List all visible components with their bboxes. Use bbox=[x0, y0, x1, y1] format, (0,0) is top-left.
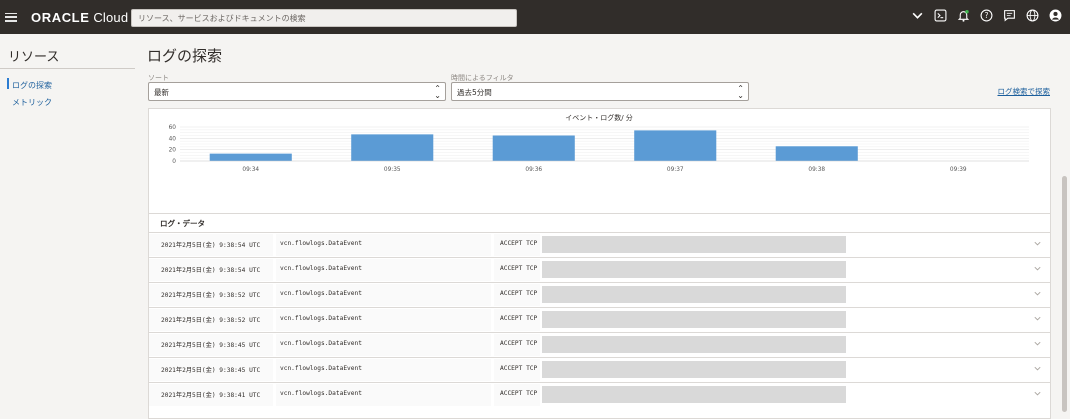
chart-svg: イベント・ログ数/ 分 0 20 40 60 09:34 09:35 09:36 09:37 09… bbox=[169, 113, 1029, 173]
log-time: 2021年2月5日(金) 9:38:52 UTC bbox=[161, 317, 261, 324]
y-tick-label: 60 bbox=[169, 125, 177, 131]
chart-bar bbox=[634, 130, 717, 161]
time-filter-value: 過去5分間 bbox=[457, 88, 492, 97]
oracle-cloud-logo[interactable]: ORACLE Cloud bbox=[31, 10, 128, 25]
chevron-down-icon[interactable] bbox=[910, 8, 924, 22]
x-tick-label: 09:37 bbox=[667, 167, 684, 173]
main-content: ログの探索 ソート 最新 ⌃ ⌄ 時間によるフィルタ 過去5分間 ⌃ ⌄ ログ検索で… bbox=[135, 34, 1070, 419]
expand-chevron-icon[interactable] bbox=[1033, 264, 1042, 273]
sort-select[interactable]: 最新 ⌃ ⌄ bbox=[148, 82, 446, 101]
table-row[interactable]: 2021年2月5日(金) 9:38:52 UTC vcn.flowlogs.Dat… bbox=[149, 282, 1050, 307]
redacted-field bbox=[542, 336, 846, 353]
log-action: ACCEPT TCP bbox=[500, 240, 538, 247]
chart-divider bbox=[149, 213, 1050, 214]
log-data-title: ログ・データ bbox=[160, 219, 205, 228]
log-action: ACCEPT TCP bbox=[500, 315, 538, 322]
results-panel: イベント・ログ数/ 分 0 20 40 60 09:34 09:35 09:36 09:37 09… bbox=[148, 108, 1051, 419]
top-icons: ? bbox=[910, 8, 1062, 22]
x-tick-label: 09:35 bbox=[384, 167, 401, 173]
sidebar-active-indicator bbox=[7, 78, 9, 89]
sidebar-title: リソース bbox=[8, 50, 60, 65]
log-action: ACCEPT TCP bbox=[500, 265, 538, 272]
log-action: ACCEPT TCP bbox=[500, 340, 538, 347]
user-icon[interactable] bbox=[1048, 8, 1062, 22]
sidebar-item-metrics[interactable]: メトリック bbox=[12, 97, 52, 108]
x-tick-label: 09:36 bbox=[525, 167, 542, 173]
globe-icon[interactable] bbox=[1025, 8, 1039, 22]
log-source: vcn.flowlogs.DataEvent bbox=[280, 265, 362, 272]
chat-icon[interactable] bbox=[1002, 8, 1016, 22]
redacted-field bbox=[542, 261, 846, 278]
select-arrows-icon: ⌃ ⌄ bbox=[737, 84, 744, 100]
notification-bell-icon[interactable] bbox=[956, 8, 970, 22]
event-log-chart: イベント・ログ数/ 分 0 20 40 60 09:34 09:35 09:36 09:37 09… bbox=[149, 109, 1050, 213]
expand-chevron-icon[interactable] bbox=[1033, 339, 1042, 348]
svg-text:?: ? bbox=[984, 10, 988, 19]
redacted-field bbox=[542, 311, 846, 328]
log-time: 2021年2月5日(金) 9:38:45 UTC bbox=[161, 367, 261, 374]
sidebar-item-log-explore[interactable]: ログの探索 bbox=[12, 80, 52, 91]
scrollbar[interactable] bbox=[1062, 176, 1067, 412]
x-tick-label: 09:38 bbox=[808, 167, 825, 173]
table-row[interactable]: 2021年2月5日(金) 9:38:45 UTC vcn.flowlogs.Dat… bbox=[149, 332, 1050, 357]
log-time: 2021年2月5日(金) 9:38:54 UTC bbox=[161, 242, 261, 249]
log-time: 2021年2月5日(金) 9:38:41 UTC bbox=[161, 392, 261, 399]
y-tick-label: 20 bbox=[169, 148, 177, 154]
redacted-field bbox=[542, 361, 846, 378]
y-tick-label: 0 bbox=[172, 159, 176, 165]
table-row[interactable]: 2021年2月5日(金) 9:38:41 UTC vcn.flowlogs.Dat… bbox=[149, 382, 1050, 407]
redacted-field bbox=[542, 236, 846, 253]
cloud-shell-icon[interactable] bbox=[933, 8, 947, 22]
log-source: vcn.flowlogs.DataEvent bbox=[280, 390, 362, 397]
expand-chevron-icon[interactable] bbox=[1033, 314, 1042, 323]
sort-value: 最新 bbox=[154, 88, 169, 97]
expand-chevron-icon[interactable] bbox=[1033, 364, 1042, 373]
log-time: 2021年2月5日(金) 9:38:45 UTC bbox=[161, 342, 261, 349]
logo-product: Cloud bbox=[93, 9, 129, 25]
table-row[interactable]: 2021年2月5日(金) 9:38:54 UTC vcn.flowlogs.Dat… bbox=[149, 257, 1050, 282]
chart-bar bbox=[492, 135, 575, 161]
log-source: vcn.flowlogs.DataEvent bbox=[280, 315, 362, 322]
log-action: ACCEPT TCP bbox=[500, 365, 538, 372]
redacted-field bbox=[542, 386, 846, 403]
logo-brand: ORACLE bbox=[31, 9, 90, 25]
log-action: ACCEPT TCP bbox=[500, 290, 538, 297]
redacted-field bbox=[542, 286, 846, 303]
left-sidebar: リソース ログの探索 メトリック bbox=[0, 34, 135, 419]
time-filter-select[interactable]: 過去5分間 ⌃ ⌄ bbox=[451, 82, 749, 101]
log-source: vcn.flowlogs.DataEvent bbox=[280, 365, 362, 372]
sidebar-divider bbox=[0, 68, 135, 69]
search-input[interactable] bbox=[131, 9, 517, 27]
log-source: vcn.flowlogs.DataEvent bbox=[280, 340, 362, 347]
x-tick-label: 09:39 bbox=[950, 167, 967, 173]
expand-chevron-icon[interactable] bbox=[1033, 289, 1042, 298]
hamburger-menu-icon[interactable] bbox=[5, 12, 17, 22]
expand-chevron-icon[interactable] bbox=[1033, 389, 1042, 398]
chart-bar bbox=[209, 153, 292, 161]
log-source: vcn.flowlogs.DataEvent bbox=[280, 240, 362, 247]
log-time: 2021年2月5日(金) 9:38:54 UTC bbox=[161, 267, 261, 274]
chart-bar bbox=[775, 146, 858, 161]
x-tick-label: 09:34 bbox=[242, 167, 259, 173]
table-row[interactable]: 2021年2月5日(金) 9:38:54 UTC vcn.flowlogs.Dat… bbox=[149, 232, 1050, 257]
chart-bar bbox=[351, 134, 434, 161]
expand-chevron-icon[interactable] bbox=[1033, 239, 1042, 248]
select-arrows-icon: ⌃ ⌄ bbox=[434, 84, 441, 100]
log-search-explore-link[interactable]: ログ検索で探索 bbox=[998, 86, 1051, 97]
top-navigation-bar: ORACLE Cloud ? bbox=[0, 0, 1070, 34]
y-tick-label: 40 bbox=[169, 136, 177, 142]
page-title: ログの探索 bbox=[147, 47, 223, 65]
log-source: vcn.flowlogs.DataEvent bbox=[280, 290, 362, 297]
chart-title: イベント・ログ数/ 分 bbox=[565, 113, 633, 122]
help-icon[interactable]: ? bbox=[979, 8, 993, 22]
log-action: ACCEPT TCP bbox=[500, 390, 538, 397]
log-time: 2021年2月5日(金) 9:38:52 UTC bbox=[161, 292, 261, 299]
table-row[interactable]: 2021年2月5日(金) 9:38:52 UTC vcn.flowlogs.Dat… bbox=[149, 307, 1050, 332]
table-row[interactable]: 2021年2月5日(金) 9:38:45 UTC vcn.flowlogs.Dat… bbox=[149, 357, 1050, 382]
